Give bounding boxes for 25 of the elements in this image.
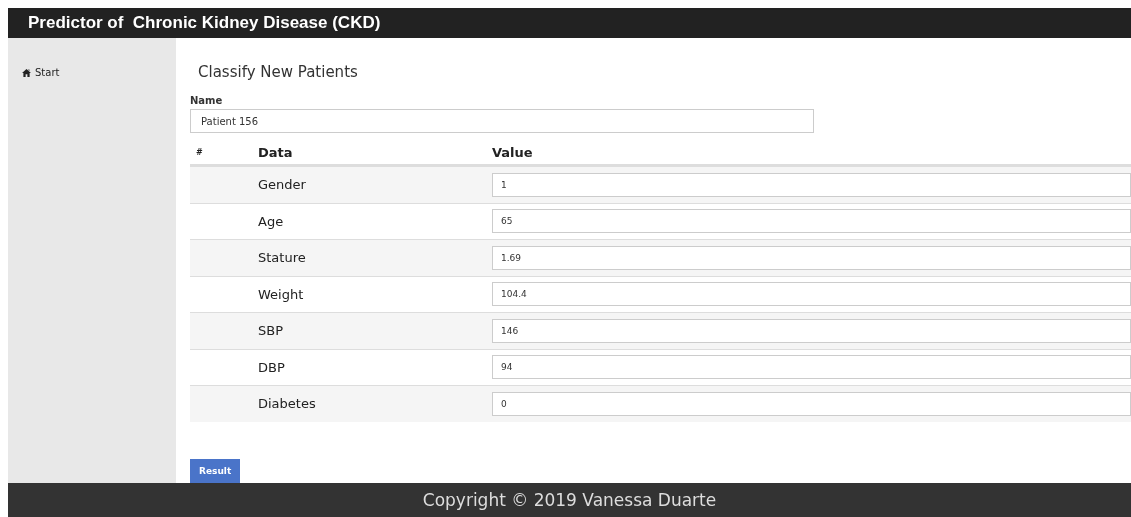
sidebar-item[interactable]: Start bbox=[8, 67, 60, 78]
table-cell-text: Stature bbox=[258, 250, 307, 266]
table-cell-text: Weight bbox=[258, 286, 305, 302]
name-field[interactable]: Patient 156 bbox=[190, 109, 814, 133]
table-cell-text: Gender bbox=[258, 177, 307, 193]
column-header: # bbox=[195, 148, 204, 157]
table-cell-text: Age bbox=[258, 213, 285, 229]
app-title: Predictor of Chronic Kidney Disease (CKD) bbox=[28, 13, 381, 33]
field-label: Name bbox=[190, 95, 224, 106]
value-field[interactable]: 65 bbox=[492, 209, 1131, 234]
table-cell-text: DBP bbox=[258, 359, 286, 375]
value-field[interactable]: 0 bbox=[492, 391, 1131, 416]
value-field[interactable]: 146 bbox=[492, 318, 1131, 343]
column-header: Data bbox=[258, 145, 294, 160]
value-field[interactable]: 1.69 bbox=[492, 245, 1131, 270]
table-cell-text: SBP bbox=[258, 323, 284, 339]
value-field[interactable]: 104.4 bbox=[492, 282, 1131, 307]
column-header: Value bbox=[492, 145, 533, 160]
value-field[interactable]: 94 bbox=[492, 355, 1131, 380]
value-field[interactable]: 1 bbox=[492, 172, 1131, 197]
copyright-text: Copyright © 2019 Vanessa Duarte bbox=[422, 490, 717, 510]
result-button[interactable]: Result bbox=[190, 459, 241, 483]
section-heading: Classify New Patients bbox=[197, 63, 359, 83]
home-icon bbox=[22, 68, 31, 77]
table-cell-text: Diabetes bbox=[258, 396, 317, 412]
